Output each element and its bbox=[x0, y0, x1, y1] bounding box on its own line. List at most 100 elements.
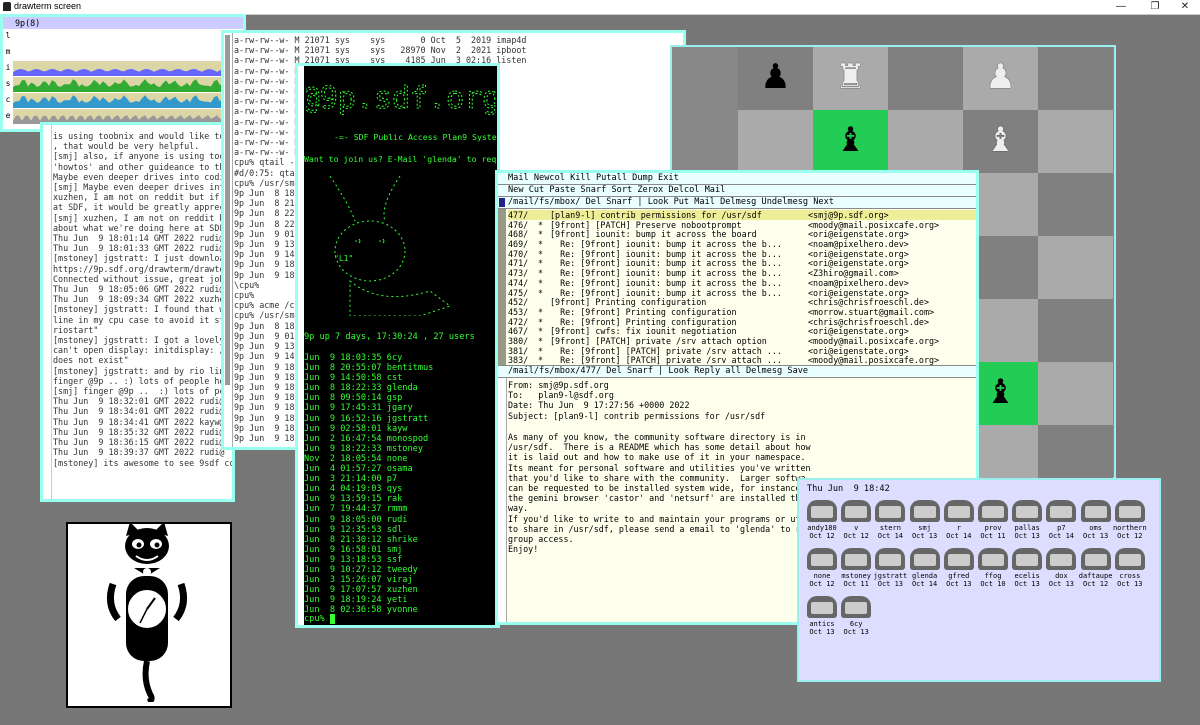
face-northern[interactable]: 9p.sdf.ornorthernOct 12 bbox=[1113, 500, 1147, 540]
face-gfred[interactable]: 9p.sdf.orgfredOct 13 bbox=[942, 548, 976, 588]
face-andy180[interactable]: 9p.sdf.orandy180Oct 12 bbox=[805, 500, 839, 540]
maximize-button[interactable]: ❐ bbox=[1140, 0, 1170, 14]
scrollbar[interactable] bbox=[498, 209, 506, 365]
message-row[interactable]: 477/ [plan9-l] contrib permissions for /… bbox=[508, 210, 976, 220]
message-row[interactable]: 471/ * Re: [9front] iounit: bump it acros… bbox=[508, 258, 976, 268]
message-row[interactable]: 474/ * Re: [9front] iounit: bump it acros… bbox=[508, 278, 976, 288]
chess-square[interactable] bbox=[738, 110, 813, 173]
message-row[interactable]: 383/ * Re: [9front] [PATCH] private /srv … bbox=[508, 355, 976, 365]
minimize-button[interactable]: — bbox=[1106, 0, 1136, 14]
face-date: Oct 14 bbox=[877, 532, 904, 540]
face-none[interactable]: 9p.sdf.ornoneOct 12 bbox=[805, 548, 839, 588]
column-tag[interactable]: New Cut Paste Snarf Sort Zerox Delcol Ma… bbox=[498, 185, 976, 197]
message-row[interactable]: 452/ [9front] Printing configuration <chr… bbox=[508, 297, 976, 307]
chess-square[interactable] bbox=[1038, 47, 1113, 110]
chess-square[interactable] bbox=[888, 110, 963, 173]
scrollbar[interactable] bbox=[224, 33, 233, 447]
face-antics[interactable]: 9p.sdf.oranticsOct 13 bbox=[805, 596, 839, 636]
message-number: 453/ bbox=[508, 306, 529, 317]
chess-piece[interactable]: ♝ bbox=[963, 110, 1038, 170]
face-v[interactable]: 9p.sdf.orvOct 12 bbox=[839, 500, 873, 540]
body-line: way. bbox=[508, 503, 529, 514]
face-smj[interactable]: 9p.sdf.orsmjOct 13 bbox=[908, 500, 942, 540]
message-row[interactable]: 473/ * Re: [9front] iounit: bump it acros… bbox=[508, 268, 976, 278]
chess-square[interactable] bbox=[888, 47, 963, 110]
message-flag: * bbox=[538, 306, 544, 317]
face-cloud-icon bbox=[841, 548, 872, 570]
message-row[interactable]: 475/ * Re: [9front] iounit: bump it acros… bbox=[508, 288, 976, 298]
message-row[interactable]: 476/ * [9front] [PATCH] Preserve nobootpro… bbox=[508, 220, 976, 230]
body-line: the gemini browser 'castor' and 'netsurf… bbox=[508, 493, 801, 504]
message-row[interactable]: 468/ * [9front] iounit: bump it across the… bbox=[508, 229, 976, 239]
face-mstoney[interactable]: 9p.sdf.ormstoneyOct 11 bbox=[839, 548, 873, 588]
close-button[interactable]: ✕ bbox=[1170, 0, 1200, 14]
face-name: glenda bbox=[911, 572, 938, 580]
shell-prompt[interactable]: cpu% bbox=[304, 614, 336, 624]
message-body[interactable]: As many of you know, the community softw… bbox=[508, 432, 811, 554]
face-date: Oct 11 bbox=[980, 532, 1006, 540]
chess-piece[interactable]: ♟ bbox=[738, 47, 813, 107]
scrollbar-thumb[interactable] bbox=[225, 35, 230, 385]
chess-piece[interactable]: ♟ bbox=[963, 47, 1038, 107]
face-pallas[interactable]: 9p.sdf.orpallasOct 13 bbox=[1010, 500, 1044, 540]
message-row[interactable]: 467/ * [9front] cwfs: fix iounit negotiati… bbox=[508, 326, 976, 336]
kit-cat-clock-window[interactable] bbox=[66, 522, 232, 708]
chess-square[interactable] bbox=[1038, 236, 1113, 299]
face-dox[interactable]: 9p.sdf.ordoxOct 13 bbox=[1044, 548, 1078, 588]
face-name: dox bbox=[1055, 572, 1068, 580]
message-subject: Re: [9front] [PATCH] private /srv attach… bbox=[550, 355, 782, 366]
chess-square[interactable] bbox=[1038, 173, 1113, 236]
face-r[interactable]: 9p.sdf.orrOct 14 bbox=[942, 500, 976, 540]
user-entry: Jun 9 16:52:16 jgstratt bbox=[304, 413, 429, 424]
stat-plot bbox=[13, 29, 243, 43]
face-cloud-icon bbox=[1080, 500, 1111, 522]
faces-window[interactable]: Thu Jun 9 18:42 9p.sdf.orandy180Oct 129p… bbox=[797, 478, 1161, 682]
face-daftaupe[interactable]: 9p.sdf.ordaftaupeOct 12 bbox=[1079, 548, 1113, 588]
face-jgstratt[interactable]: 9p.sdf.orjgstrattOct 13 bbox=[873, 548, 907, 588]
irc-log[interactable]: is using toobnix and would like to, that… bbox=[43, 125, 232, 468]
user-entry: Jun 9 02:58:01 kayw bbox=[304, 423, 408, 434]
chess-square[interactable] bbox=[1038, 110, 1113, 173]
user-entry: Jun 8 21:30:12 shrike bbox=[304, 534, 418, 545]
motd-window[interactable]: @9p.sdf.org -=- SDF Public Access Plan9 … bbox=[295, 63, 500, 628]
face-prov[interactable]: 9p.sdf.orprovOct 11 bbox=[976, 500, 1010, 540]
face-date: Oct 13 bbox=[1014, 532, 1040, 540]
stats-window[interactable]: 9p(8) lmisce bbox=[0, 14, 246, 132]
scrollbar[interactable] bbox=[45, 125, 52, 499]
acme-main-tag[interactable]: Mail Newcol Kill Putall Dump Exit bbox=[498, 173, 976, 185]
message-from: <ori@eigenstate.org> bbox=[808, 326, 909, 337]
user-entry: Jun 8 09:50:14 gsp bbox=[304, 393, 403, 404]
scrollbar[interactable] bbox=[498, 378, 507, 622]
message-row[interactable]: 470/ * Re: [9front] iounit: bump it acros… bbox=[508, 249, 976, 259]
message-row[interactable]: 381/ * Re: [9front] [PATCH] private /srv … bbox=[508, 346, 976, 356]
face-p7[interactable]: 9p.sdf.orp7Oct 14 bbox=[1044, 500, 1078, 540]
face-date: Oct 13 bbox=[911, 532, 938, 540]
message-row[interactable]: 469/ * Re: [9front] iounit: bump it acros… bbox=[508, 239, 976, 249]
message-headers[interactable]: From: smj@9p.sdf.org To: plan9-l@sdf.org D… bbox=[508, 380, 765, 421]
face-ecelis[interactable]: 9p.sdf.orecelisOct 13 bbox=[1010, 548, 1044, 588]
face-6cy[interactable]: 9p.sdf.or6cyOct 13 bbox=[839, 596, 873, 636]
mailbox-tag[interactable]: /mail/fs/mbox/ Del Snarf | Look Put Mail… bbox=[498, 197, 976, 209]
chess-piece[interactable]: ♝ bbox=[813, 110, 888, 170]
face-cross[interactable]: 9p.sdf.orcrossOct 13 bbox=[1113, 548, 1147, 588]
chess-piece[interactable]: ♜ bbox=[813, 47, 888, 107]
message-row[interactable]: 472/ * Re: [9front] Printing configuratio… bbox=[508, 317, 976, 327]
face-glenda[interactable]: 9p.sdf.orglendaOct 14 bbox=[908, 548, 942, 588]
chess-square[interactable] bbox=[1038, 299, 1113, 362]
message-list[interactable]: 477/ [plan9-l] contrib permissions for /… bbox=[508, 210, 976, 365]
dirty-box[interactable] bbox=[499, 198, 505, 207]
body-line: Enjoy! bbox=[508, 544, 539, 555]
face-name: antics bbox=[809, 620, 835, 628]
message-row[interactable]: 380/ * [9front] [PATCH] private /srv attac… bbox=[508, 336, 976, 346]
face-ffog[interactable]: 9p.sdf.orffogOct 10 bbox=[976, 548, 1010, 588]
face-stern[interactable]: 9p.sdf.orsternOct 14 bbox=[873, 500, 907, 540]
face-name: stern bbox=[879, 524, 901, 532]
face-cloud-icon bbox=[978, 500, 1008, 522]
message-tag[interactable]: /mail/fs/mbox/477/ Del Snarf | Look Repl… bbox=[498, 365, 976, 378]
irc-line: riostart" bbox=[53, 324, 99, 335]
face-cloud-icon bbox=[1012, 548, 1043, 570]
chess-square[interactable] bbox=[1038, 362, 1113, 425]
face-oms[interactable]: 9p.sdf.oromsOct 13 bbox=[1079, 500, 1113, 540]
irc-window[interactable]: is using toobnix and would like to, that… bbox=[40, 122, 235, 502]
message-row[interactable]: 453/ * Re: [9front] Printing configuratio… bbox=[508, 307, 976, 317]
